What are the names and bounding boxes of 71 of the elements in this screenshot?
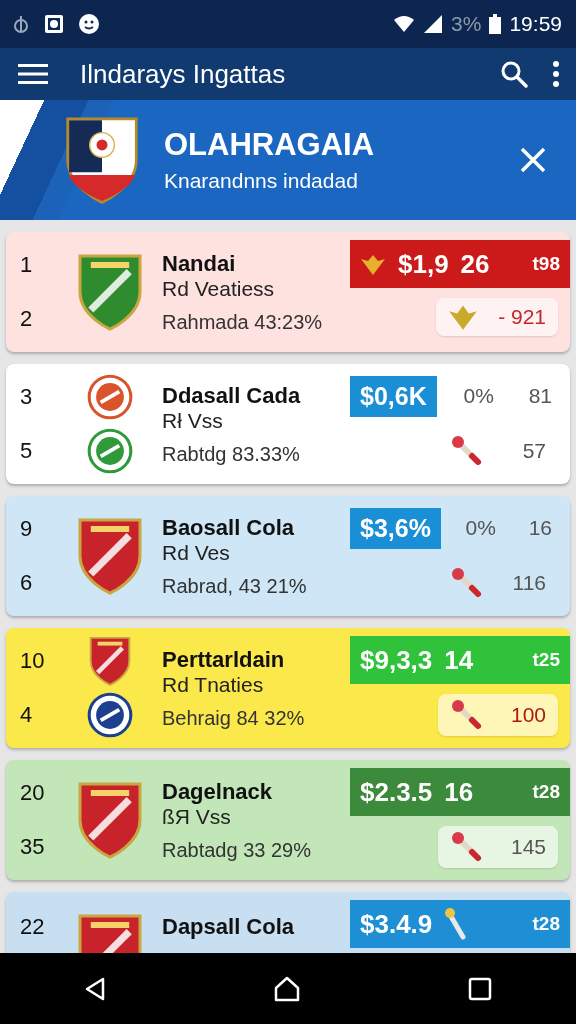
team-name: Perttarldain — [162, 646, 286, 673]
stat-value: 116 — [512, 571, 546, 595]
rank-number: 6 — [20, 570, 34, 596]
price: $1,9 — [398, 248, 449, 280]
notification-icon — [12, 14, 30, 34]
wifi-icon — [393, 15, 416, 33]
rank-number: 2 — [20, 306, 34, 332]
price: $2.3.5 — [360, 776, 433, 808]
team-subtitle: Rd Veatiess — [162, 276, 276, 301]
team-stat: Behraig 84 32% — [162, 706, 306, 730]
team-card[interactable]: 1 2 Nandai Rd Veatiess Rahmada 43:23% $1,9 26 t98 - 921 — [6, 232, 570, 352]
team-card[interactable]: 22 Dapsall Cola $3.4.9 t28 — [6, 892, 570, 953]
stat-value: t28 — [532, 913, 560, 935]
smiley-icon — [78, 13, 100, 35]
banner-subtitle: Knarandnns indadad — [164, 169, 359, 193]
image-icon — [44, 14, 64, 34]
rank-number: 20 — [20, 780, 46, 806]
stat-value: t28 — [532, 781, 560, 803]
team-name: Ddasall Cada — [162, 382, 302, 409]
signal-icon — [423, 14, 444, 34]
stat-value: 81 — [527, 384, 553, 408]
banner-title: OLAHRAGAIA — [164, 127, 376, 163]
team-stat: Rahmada 43:23% — [162, 310, 324, 334]
stat-value: 14 — [444, 644, 474, 676]
stat-value: 0% — [464, 516, 497, 540]
rank-number: 22 — [20, 914, 46, 940]
price-badge: $0,6K — [350, 375, 437, 417]
stat-value: t98 — [532, 253, 560, 275]
price-badge: $3,6% — [350, 507, 441, 549]
team-subtitle: Rd Ves — [162, 540, 231, 565]
team-name: Dapsall Cola — [162, 914, 296, 940]
rank-number: 4 — [20, 702, 34, 728]
team-name: Baosall Cola — [162, 514, 296, 541]
team-name: Dagelnack — [162, 778, 274, 805]
stat-value: t25 — [532, 649, 560, 671]
team-stat: Rabtdg 83.33% — [162, 442, 301, 466]
battery-percent: 3% — [451, 12, 482, 36]
team-subtitle: ßЯ Vss — [162, 804, 232, 829]
app-title: Ilndarays Ingattas — [80, 58, 287, 90]
team-card[interactable]: 3 5 Ddasall Cada Rł Vss Rabtdg 83.33% $0,6K 0% 81 57 — [6, 364, 570, 484]
team-stat: Rabtadg 33 29% — [162, 838, 312, 862]
clock: 19:59 — [509, 12, 562, 36]
stat-value: 26 — [460, 248, 490, 280]
rank-number: 9 — [20, 516, 34, 542]
stat-value: 145 — [510, 835, 546, 859]
rank-number: 3 — [20, 384, 34, 410]
rank-number: 5 — [20, 438, 34, 464]
rank-number: 35 — [20, 834, 46, 860]
stat-value: 16 — [444, 776, 474, 808]
team-name: Nandai — [162, 250, 237, 277]
price: $3.4.9 — [360, 908, 433, 940]
team-card[interactable]: 20 35 Dagelnack ßЯ Vss Rabtadg 33 29% $2.3.5 16 t28 145 — [6, 760, 570, 880]
battery-icon — [489, 14, 502, 34]
stat-value: 16 — [527, 516, 553, 540]
team-subtitle: Rł Vss — [162, 408, 224, 433]
team-card[interactable]: 9 6 Baosall Cola Rd Ves Rabrad, 43 21% $3,6% 0% 16 116 — [6, 496, 570, 616]
price: $9,3,3 — [360, 644, 433, 676]
rank-number: 10 — [20, 648, 46, 674]
stat-value: - 921 — [498, 305, 546, 329]
torch-icon — [450, 434, 484, 468]
stat-value: 57 — [522, 439, 546, 463]
rank-number: 1 — [20, 252, 34, 278]
stat-value: 0% — [462, 384, 495, 408]
team-stat: Rabrad, 43 21% — [162, 574, 308, 598]
torch-icon — [444, 907, 469, 941]
team-subtitle: Rd Tnaties — [162, 672, 265, 697]
team-card[interactable]: 10 4 Perttarldain Rd Tnaties Behraig 84 32% $9,3,3 14 t25 100 — [6, 628, 570, 748]
torch-icon — [450, 830, 484, 864]
stat-value: 100 — [510, 703, 546, 727]
torch-icon — [450, 698, 484, 732]
torch-icon — [450, 566, 484, 600]
